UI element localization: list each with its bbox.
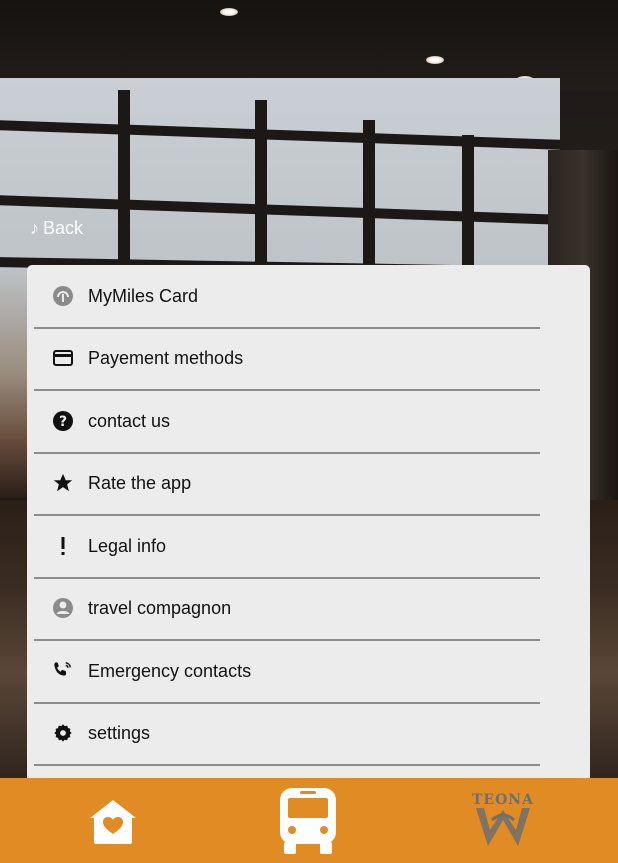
menu-item-contact-us[interactable]: ? contact us [34,390,540,454]
person-circle-icon [52,597,74,619]
menu-item-label: travel compagnon [88,597,232,618]
credit-card-icon [52,347,74,369]
phone-ringing-icon [52,660,74,682]
star-icon [52,472,74,494]
menu-item-label: Payement methods [88,347,244,368]
bus-icon [278,788,338,860]
back-label: Back [43,218,84,238]
teona-logo-icon: TEONA [472,792,534,854]
exclamation-icon [52,535,74,557]
menu-item-mymiles-card[interactable]: MyMiles Card [34,265,540,329]
menu-item-emergency-contacts[interactable]: Emergency contacts [34,640,540,704]
menu-item-legal-info[interactable]: Legal info [34,515,540,579]
tab-home[interactable] [88,798,138,851]
home-heart-icon [88,800,138,850]
gear-icon [52,722,74,744]
menu-item-label: Legal info [88,535,167,556]
menu-panel: MyMiles Card Payement methods ? contact … [27,265,590,785]
menu-item-label: Emergency contacts [88,660,252,681]
bottom-nav-bar: TEONA [0,778,618,863]
tab-teona[interactable]: TEONA [472,790,534,855]
menu-item-label: MyMiles Card [88,285,199,306]
menu-item-rate-app[interactable]: Rate the app [34,452,540,516]
menu-item-label: settings [88,722,151,743]
card-circle-icon [52,285,74,307]
music-note-icon: ♪ [30,218,39,238]
menu-item-settings[interactable]: settings [34,702,540,766]
ceiling-light [220,8,238,16]
tab-bus[interactable] [278,786,338,861]
menu-item-label: Rate the app [88,472,192,493]
menu-item-payment-methods[interactable]: Payement methods [34,327,540,391]
help-circle-icon: ? [52,410,74,432]
svg-text:TEONA: TEONA [472,792,534,808]
svg-text:?: ? [59,414,67,430]
menu-item-travel-companion[interactable]: travel compagnon [34,577,540,641]
menu-item-label: contact us [88,410,171,431]
back-button[interactable]: ♪ Back [30,218,83,239]
ceiling-light [426,56,444,64]
